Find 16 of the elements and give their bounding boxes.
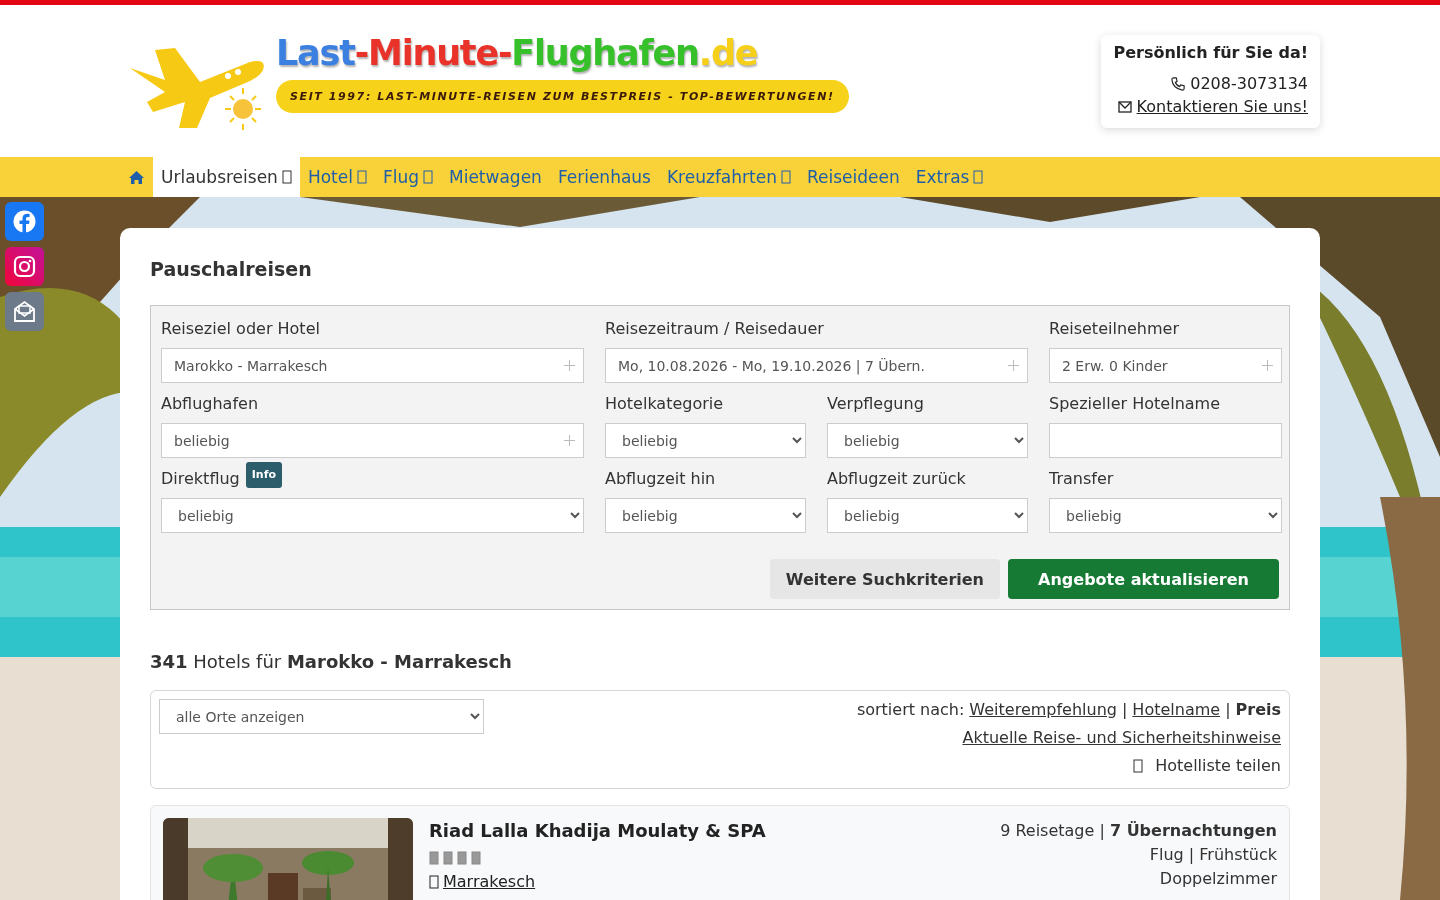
nav-tab[interactable]: Urlaubsreisen (153, 157, 300, 197)
nav-tab[interactable]: Extras (907, 157, 992, 197)
nav-tab[interactable]: Kreuzfahrten (658, 157, 799, 197)
logo-text[interactable]: Last-Minute-Flughafen.de (276, 30, 758, 76)
home-icon[interactable] (128, 169, 145, 185)
mail-icon (1117, 100, 1132, 113)
nav-tab[interactable]: Mietwagen (441, 157, 550, 197)
contact-link[interactable]: Kontaktieren Sie uns! (1136, 97, 1308, 116)
nav-tab[interactable]: Flug (374, 157, 441, 197)
phone-number: 0208-3073134 (1190, 74, 1308, 93)
nav-tab[interactable]: Reiseideen (798, 157, 908, 197)
contact-title: Persönlich für Sie da! (1113, 43, 1308, 62)
logo-tagline: SEIT 1997: LAST-MINUTE-REISEN ZUM BESTPREIS - TOP-BEWERTUNGEN! (276, 80, 849, 113)
nav-tab[interactable]: Ferienhaus (549, 157, 659, 197)
nav-tab[interactable]: Hotel (299, 157, 375, 197)
phone-icon (1171, 76, 1186, 91)
